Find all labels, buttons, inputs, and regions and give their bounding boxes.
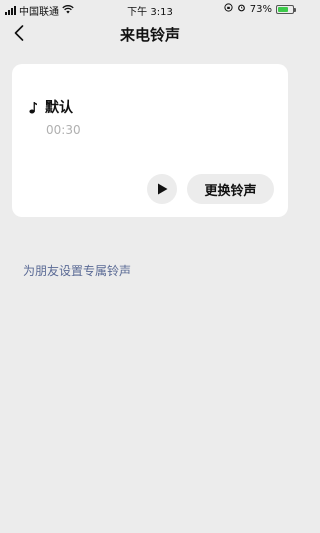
page-title: 来电铃声 [119, 26, 180, 44]
ringtone-row: 默认 [29, 97, 73, 117]
lock-rotation-icon [224, 3, 233, 15]
alarm-icon [237, 3, 246, 15]
music-note-icon [29, 100, 39, 114]
nav-bar: 来电铃声 [0, 18, 300, 48]
change-ringtone-button[interactable]: 更换铃声 [187, 174, 274, 204]
battery-level-fill [278, 6, 289, 12]
status-bar: 中国联通 下午 3:13 73% [0, 0, 300, 18]
play-button[interactable] [147, 174, 177, 204]
battery-percent: 73% [249, 3, 272, 15]
ringtone-card: 默认 00:30 更换铃声 [12, 64, 288, 217]
ringtone-duration: 00:30 [46, 123, 81, 137]
play-icon [157, 183, 167, 195]
battery-icon [276, 4, 296, 14]
status-right: 73% [224, 3, 296, 15]
ringtone-name: 默认 [45, 100, 73, 116]
set-friend-ringtone-link[interactable]: 为朋友设置专属铃声 [23, 262, 131, 279]
